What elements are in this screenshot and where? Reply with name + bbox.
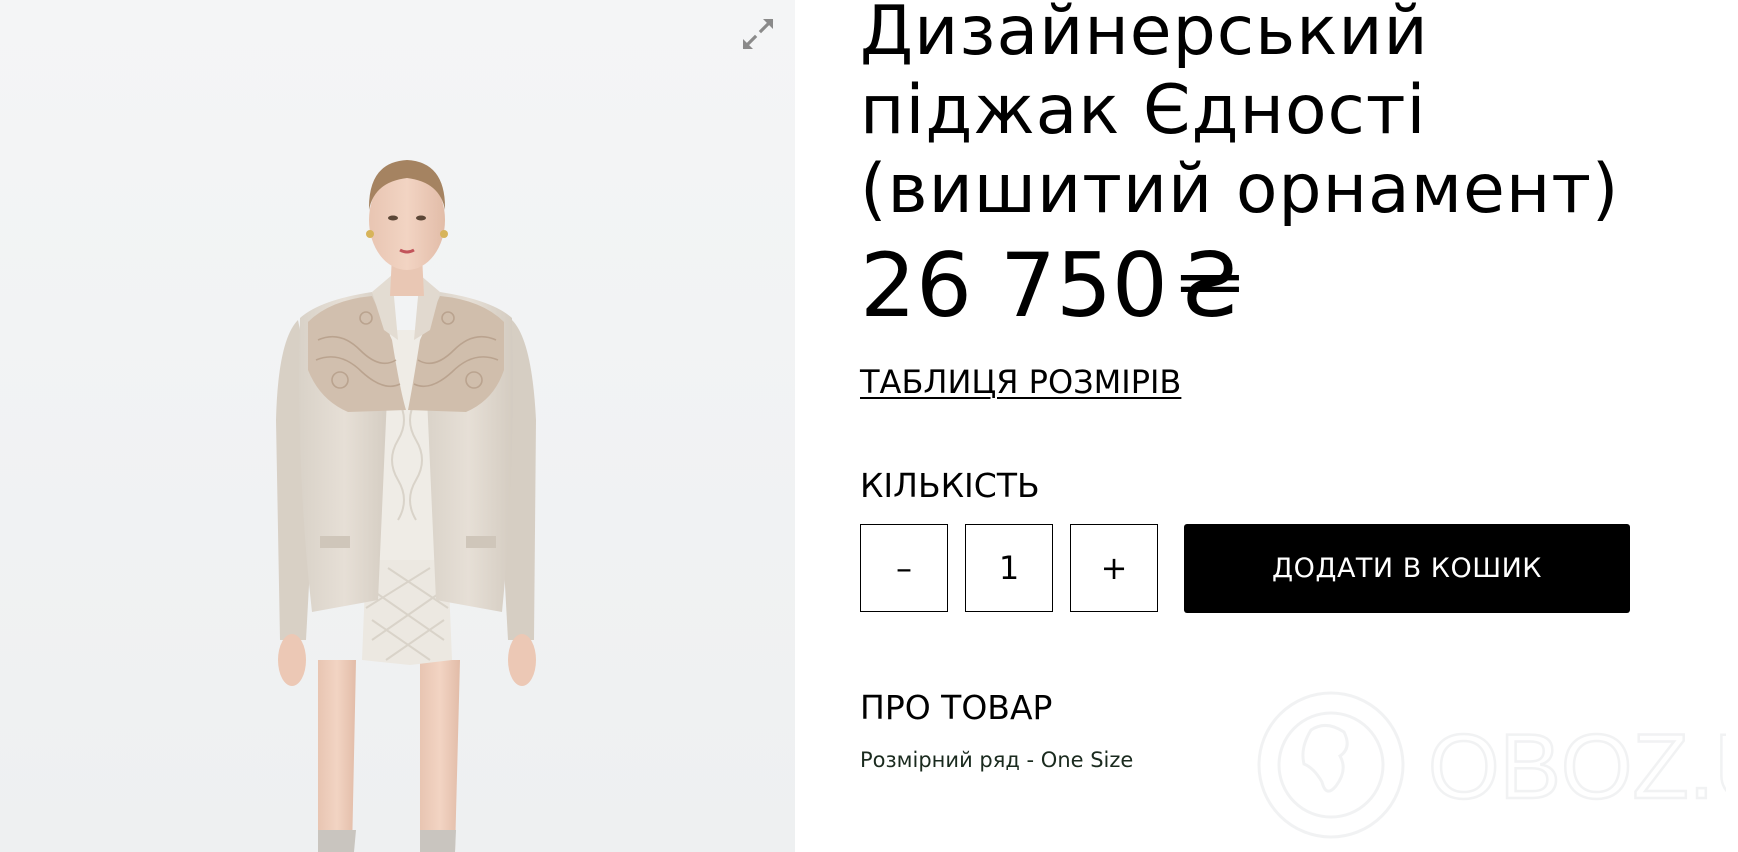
size-table-link[interactable]: ТАБЛИЦЯ РОЗМІРІВ [860,362,1181,402]
expand-button[interactable] [738,14,778,54]
expand-arrows-icon [742,18,774,50]
product-page: Дизайнерський піджак Єдності (вишитий ор… [0,0,1738,852]
watermark: OBOZ.UA [1256,690,1738,840]
product-price: 26 750₴ [860,236,1244,336]
quantity-decrement-button[interactable]: – [860,524,948,612]
quantity-label: КІЛЬКІСТЬ [860,466,1040,505]
product-title-line-1: Дизайнерський [860,0,1429,71]
size-range-text: Розмірний ряд - One Size [860,748,1134,772]
watermark-text: OBOZ.UA [1428,716,1726,818]
product-photo [0,0,795,852]
product-title: Дизайнерський піджак Єдності (вишитий ор… [860,0,1660,229]
product-gallery [0,0,795,852]
product-title-line-3: (вишитий орнамент) [860,150,1620,229]
quantity-increment-button[interactable]: + [1070,524,1158,612]
about-product-heading: ПРО ТОВАР [860,688,1053,727]
watermark-logo: OBOZ.UA [1257,691,1738,839]
product-title-line-2: піджак Єдності [860,71,1427,150]
price-currency: ₴ [1175,234,1245,337]
globe-icon [1257,691,1405,839]
price-amount: 26 750 [860,234,1168,337]
quantity-value-field[interactable]: 1 [965,524,1053,612]
add-to-cart-button[interactable]: ДОДАТИ В КОШИК [1184,524,1630,613]
